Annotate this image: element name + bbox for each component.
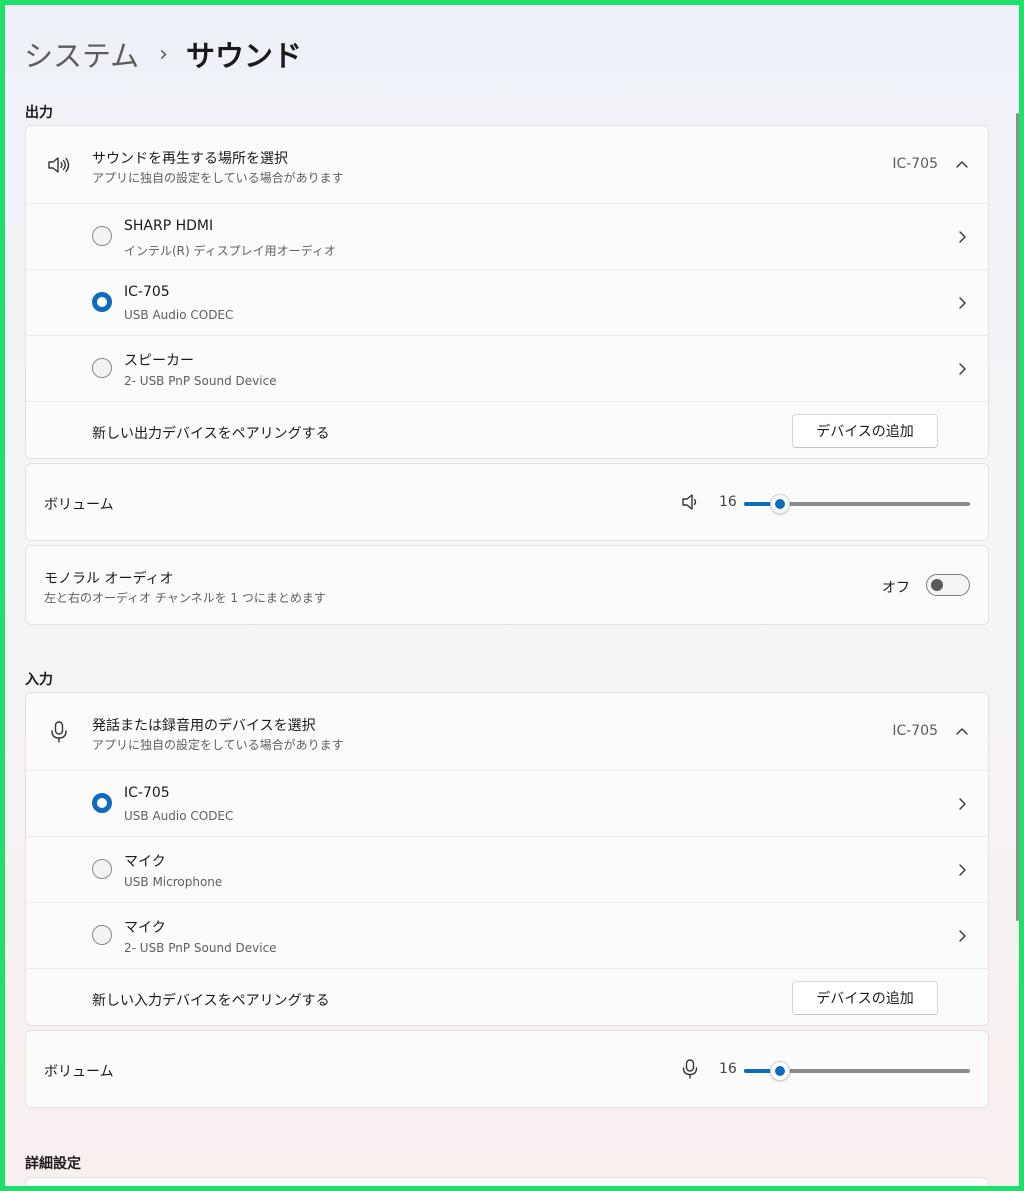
input-device-1-description: USB Microphone bbox=[124, 875, 223, 889]
output-add-device-button[interactable]: デバイスの追加 bbox=[792, 414, 938, 448]
input-device-card: 発話または録音用のデバイスを選択 アプリに独自の設定をしている場合があります I… bbox=[25, 692, 989, 1026]
output-volume-slider[interactable] bbox=[744, 494, 970, 514]
input-selected-device: IC-705 bbox=[892, 723, 938, 739]
input-device-row-pnp-mic[interactable]: マイク 2- USB PnP Sound Device bbox=[26, 902, 988, 968]
output-device-row-sharp-hdmi[interactable]: SHARP HDMI インテル(R) ディスプレイ用オーディオ bbox=[26, 203, 988, 269]
output-selector-title: サウンドを再生する場所を選択 bbox=[92, 151, 288, 167]
input-selector-subtitle: アプリに独自の設定をしている場合があります bbox=[92, 738, 344, 752]
output-device-card: サウンドを再生する場所を選択 アプリに独自の設定をしている場合があります IC-… bbox=[25, 125, 989, 459]
microphone-icon[interactable] bbox=[681, 1059, 699, 1079]
input-device-0-radio[interactable] bbox=[92, 793, 112, 813]
output-section-title: 出力 bbox=[25, 105, 53, 121]
output-selected-device: IC-705 bbox=[892, 156, 938, 172]
page-title: サウンド bbox=[185, 39, 302, 73]
microphone-icon bbox=[51, 721, 67, 743]
chevron-up-icon[interactable] bbox=[954, 723, 970, 739]
scrollbar[interactable] bbox=[1016, 113, 1019, 921]
mono-audio-title: モノラル オーディオ bbox=[44, 571, 174, 587]
output-device-1-name: IC-705 bbox=[124, 284, 170, 300]
input-add-device-button[interactable]: デバイスの追加 bbox=[792, 981, 938, 1015]
output-selector-subtitle: アプリに独自の設定をしている場合があります bbox=[92, 171, 344, 185]
input-device-2-radio[interactable] bbox=[92, 925, 112, 945]
output-volume-label: ボリューム bbox=[44, 497, 114, 513]
input-device-0-description: USB Audio CODEC bbox=[124, 809, 234, 823]
chevron-right-icon[interactable] bbox=[954, 796, 970, 812]
chevron-right-icon[interactable] bbox=[954, 295, 970, 311]
input-pair-label: 新しい入力デバイスをペアリングする bbox=[92, 993, 330, 1009]
output-device-0-name: SHARP HDMI bbox=[124, 218, 214, 234]
input-device-1-radio[interactable] bbox=[92, 859, 112, 879]
output-volume-slider-thumb[interactable] bbox=[770, 494, 791, 514]
chevron-right-icon[interactable] bbox=[954, 229, 970, 245]
input-volume-slider[interactable] bbox=[744, 1061, 970, 1081]
output-volume-card: ボリューム 16 bbox=[25, 463, 989, 541]
output-device-0-radio[interactable] bbox=[92, 226, 112, 246]
input-volume-card: ボリューム 16 bbox=[25, 1030, 989, 1108]
input-section-title: 入力 bbox=[25, 672, 53, 688]
input-device-selector[interactable]: 発話または録音用のデバイスを選択 アプリに独自の設定をしている場合があります I… bbox=[26, 693, 988, 770]
output-device-2-description: 2- USB PnP Sound Device bbox=[124, 374, 277, 388]
mono-audio-toggle[interactable] bbox=[926, 574, 970, 596]
chevron-right-icon[interactable] bbox=[954, 862, 970, 878]
chevron-right-icon[interactable] bbox=[954, 361, 970, 377]
input-pair-row: 新しい入力デバイスをペアリングする デバイスの追加 bbox=[26, 968, 988, 1025]
breadcrumb: システム › サウンド bbox=[24, 33, 302, 75]
output-device-row-speaker[interactable]: スピーカー 2- USB PnP Sound Device bbox=[26, 335, 988, 401]
output-device-1-description: USB Audio CODEC bbox=[124, 308, 234, 322]
input-volume-label: ボリューム bbox=[44, 1064, 114, 1080]
mono-audio-card: モノラル オーディオ 左と右のオーディオ チャンネルを 1 つにまとめます オフ bbox=[25, 545, 989, 625]
output-device-0-description: インテル(R) ディスプレイ用オーディオ bbox=[124, 244, 336, 258]
input-device-2-description: 2- USB PnP Sound Device bbox=[124, 941, 277, 955]
speaker-icon bbox=[48, 157, 70, 173]
output-device-row-ic-705[interactable]: IC-705 USB Audio CODEC bbox=[26, 269, 988, 335]
advanced-settings-card[interactable] bbox=[25, 1177, 989, 1186]
input-device-row-usb-mic[interactable]: マイク USB Microphone bbox=[26, 836, 988, 902]
output-device-2-name: スピーカー bbox=[124, 353, 194, 369]
advanced-section-title: 詳細設定 bbox=[25, 1156, 81, 1172]
output-volume-value: 16 bbox=[719, 494, 737, 510]
input-device-0-name: IC-705 bbox=[124, 785, 170, 801]
output-device-1-radio[interactable] bbox=[92, 292, 112, 312]
speaker-icon[interactable] bbox=[681, 492, 699, 512]
output-device-selector[interactable]: サウンドを再生する場所を選択 アプリに独自の設定をしている場合があります IC-… bbox=[26, 126, 988, 203]
input-device-1-name: マイク bbox=[124, 854, 166, 870]
input-device-2-name: マイク bbox=[124, 920, 166, 936]
settings-window: システム › サウンド 出力 サウンドを再生する場所を選択 アプリに独自の設定を… bbox=[0, 0, 1024, 1191]
breadcrumb-system-link[interactable]: システム bbox=[24, 33, 139, 75]
input-selector-title: 発話または録音用のデバイスを選択 bbox=[92, 718, 316, 734]
breadcrumb-separator: › bbox=[159, 41, 168, 67]
output-pair-label: 新しい出力デバイスをペアリングする bbox=[92, 426, 330, 442]
input-volume-slider-thumb[interactable] bbox=[770, 1061, 791, 1081]
mono-audio-state-label: オフ bbox=[882, 580, 910, 596]
chevron-up-icon[interactable] bbox=[954, 156, 970, 172]
output-pair-row: 新しい出力デバイスをペアリングする デバイスの追加 bbox=[26, 401, 988, 458]
output-device-2-radio[interactable] bbox=[92, 358, 112, 378]
mono-audio-toggle-knob bbox=[931, 579, 943, 591]
input-volume-value: 16 bbox=[719, 1061, 737, 1077]
chevron-right-icon[interactable] bbox=[954, 928, 970, 944]
input-device-row-ic-705[interactable]: IC-705 USB Audio CODEC bbox=[26, 770, 988, 836]
mono-audio-description: 左と右のオーディオ チャンネルを 1 つにまとめます bbox=[44, 591, 326, 605]
